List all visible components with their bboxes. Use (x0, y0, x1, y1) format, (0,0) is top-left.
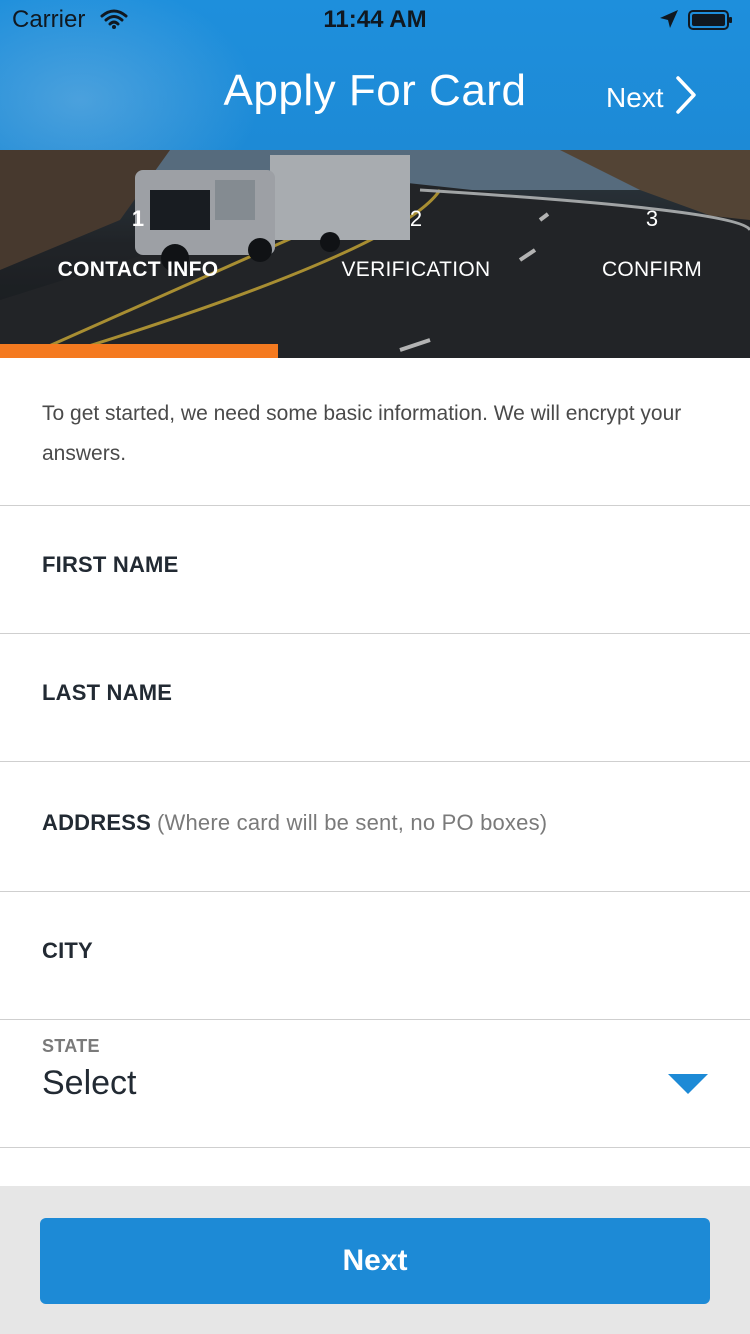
address-label-group: ADDRESS (Where card will be sent, no PO … (42, 810, 547, 836)
step-number: 1 (131, 206, 145, 231)
battery-icon (688, 9, 734, 30)
first-name-label: FIRST NAME (42, 552, 179, 577)
last-name-field[interactable]: LAST NAME (0, 633, 750, 762)
location-arrow-icon (658, 8, 680, 37)
intro-text: To get started, we need some basic infor… (42, 402, 682, 465)
step-label: VERIFICATION (341, 258, 491, 281)
city-field[interactable]: CITY (0, 891, 750, 1020)
clock-time: 11:44 AM (323, 6, 427, 33)
footer-bar: Next (0, 1186, 750, 1334)
step-label: CONTACT INFO (57, 258, 219, 281)
progress-stepper: 1 CONTACT INFO 2 VERIFICATION 3 CONFIRM (0, 150, 750, 358)
step-progress-fill (0, 344, 278, 358)
state-select[interactable]: STATE Select (0, 1019, 750, 1148)
next-field-peek (0, 1147, 750, 1188)
city-label: CITY (42, 938, 93, 963)
app-header: Carrier 11:44 AM Apply For Card Next (0, 0, 750, 150)
address-label: ADDRESS (42, 810, 151, 835)
step-number: 3 (645, 206, 659, 231)
next-button[interactable]: Next (40, 1218, 710, 1304)
state-label: STATE (42, 1036, 100, 1056)
step-number: 2 (409, 206, 423, 231)
address-hint: (Where card will be sent, no PO boxes) (156, 810, 548, 835)
step-progress-bar (0, 344, 750, 358)
step-label: CONFIRM (601, 258, 703, 281)
header-next-label: Next (606, 82, 664, 113)
first-name-field[interactable]: FIRST NAME (0, 505, 750, 634)
header-next-button[interactable]: Next (606, 75, 698, 122)
address-field[interactable]: ADDRESS (Where card will be sent, no PO … (0, 761, 750, 892)
state-selected-value: Select (42, 1064, 137, 1102)
step-contact-info: 1 CONTACT INFO (38, 206, 238, 282)
chevron-right-icon (674, 75, 698, 122)
step-verification: 2 VERIFICATION (316, 206, 516, 282)
last-name-label: LAST NAME (42, 680, 173, 705)
step-confirm: 3 CONFIRM (552, 206, 750, 282)
caret-down-icon[interactable] (668, 1074, 708, 1096)
status-bar: Carrier 11:44 AM (0, 0, 750, 40)
